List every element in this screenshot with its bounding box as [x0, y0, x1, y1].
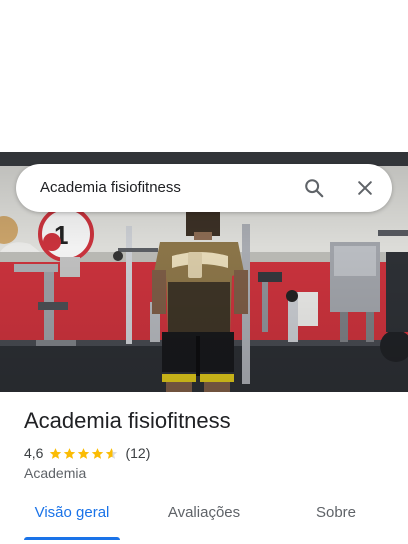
search-bar[interactable]: Academia fisiofitness [16, 164, 392, 212]
review-count[interactable]: (12) [125, 445, 150, 461]
place-tabs: Visão geral Avaliações Sobre [0, 496, 408, 544]
star-full-icon [78, 447, 90, 459]
star-full-icon [64, 447, 76, 459]
search-button[interactable] [298, 172, 330, 204]
place-page: 1 [0, 0, 408, 544]
close-icon [358, 181, 372, 195]
clear-search-button[interactable] [349, 172, 381, 204]
star-full-icon [50, 447, 62, 459]
star-half-icon [106, 447, 118, 459]
search-input[interactable]: Academia fisiofitness [40, 164, 181, 212]
tab-reviews[interactable]: Avaliações [148, 496, 260, 544]
rating-value: 4,6 [24, 445, 44, 461]
star-rating [49, 447, 119, 460]
place-name: Academia fisiofitness [24, 408, 231, 433]
active-tab-indicator [24, 537, 120, 540]
search-icon [305, 179, 324, 198]
star-full-icon [92, 447, 104, 459]
rating-row[interactable]: 4,6 (12) [24, 443, 150, 463]
tab-about[interactable]: Sobre [296, 496, 376, 544]
place-category[interactable]: Academia [24, 465, 86, 481]
